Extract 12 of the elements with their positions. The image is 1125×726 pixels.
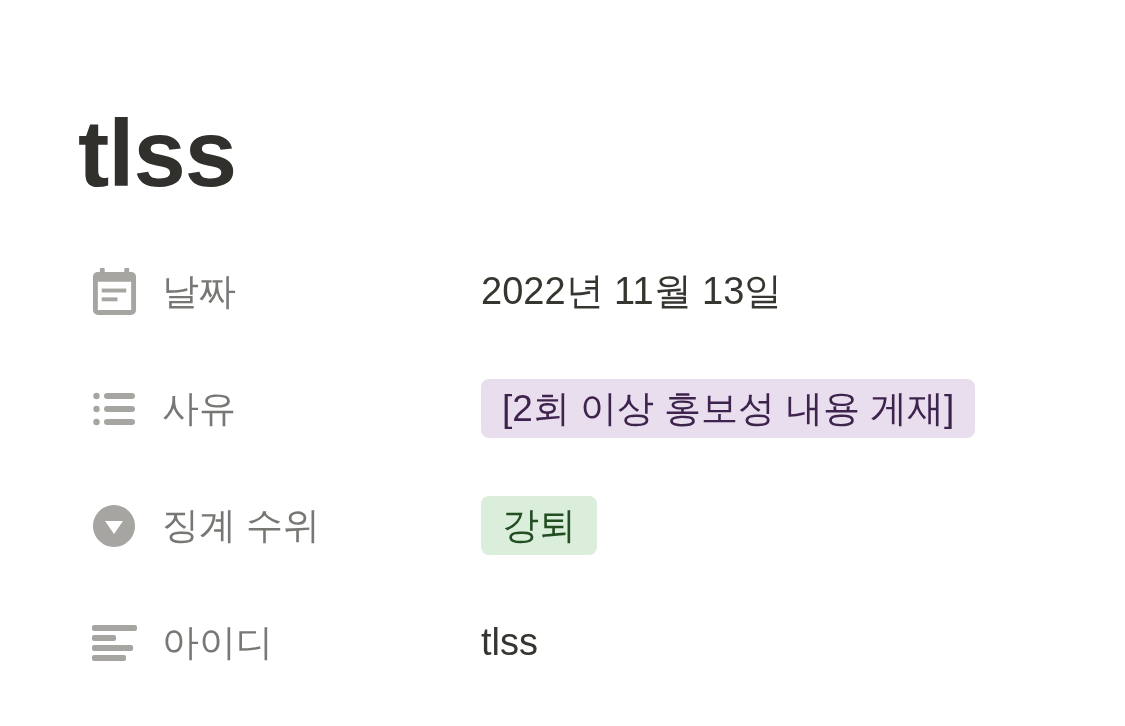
property-label[interactable]: 사유 <box>162 383 236 434</box>
date-value[interactable]: 2022년 11월 13일 <box>481 270 783 312</box>
tag-chip[interactable]: 강퇴 <box>481 496 597 555</box>
property-label[interactable]: 아이디 <box>162 617 273 668</box>
text-lines-icon <box>91 624 137 661</box>
property-label[interactable]: 징계 수위 <box>162 500 321 551</box>
page-title: tlss <box>78 100 237 208</box>
calendar-icon <box>90 268 138 315</box>
list-icon <box>93 391 135 426</box>
tag-chip[interactable]: [2회 이상 홍보성 내용 게재] <box>481 379 976 438</box>
property-label[interactable]: 날짜 <box>162 266 236 317</box>
text-value[interactable]: tlss <box>481 621 538 663</box>
